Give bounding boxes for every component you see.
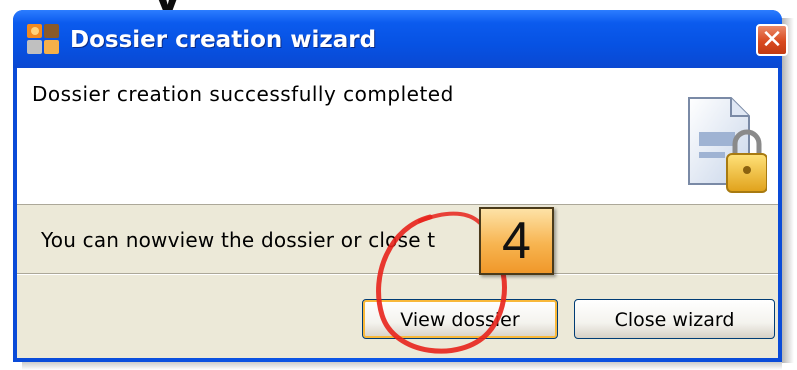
completion-heading: Dossier creation successfully completed: [32, 82, 454, 106]
close-window-button[interactable]: ✕: [756, 24, 788, 56]
close-icon: ✕: [761, 25, 783, 55]
header-panel: Dossier creation successfully completed: [17, 68, 778, 205]
close-wizard-button[interactable]: Close wizard: [574, 299, 775, 339]
app-icon: [27, 24, 59, 54]
step-number-callout: 4: [479, 207, 554, 275]
document-lock-icon: [688, 97, 767, 193]
title-bar[interactable]: Dossier creation wizard ✕: [13, 10, 788, 68]
window-shadow-right: [782, 18, 794, 363]
window-title: Dossier creation wizard: [70, 27, 377, 53]
